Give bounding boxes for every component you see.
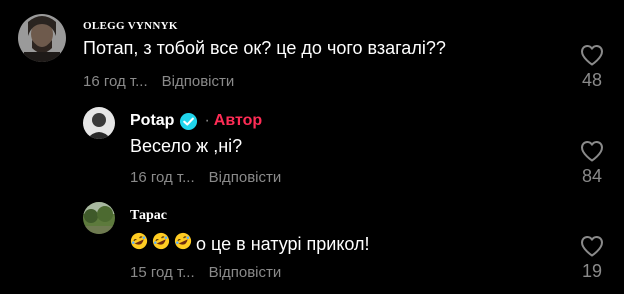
comment-thread: OLEGG VYNNYK Потап, з тобой все ок? це д… [0,0,624,294]
comment-time: 16 год т... [130,169,195,186]
separator-dot: · [204,112,210,129]
like-count: 48 [581,70,603,90]
emoji-group [130,232,196,250]
comment-meta: 16 год т... Відповісти [83,73,234,90]
comment-text: Весело ж ,ні? [130,136,243,156]
author-name[interactable]: Potap [130,112,174,130]
avatar[interactable] [18,14,66,62]
heart-icon[interactable] [580,140,604,162]
reply-button[interactable]: Відповісти [162,73,235,90]
author-badge: Автор [213,112,263,129]
like-button[interactable]: 19 [572,235,612,282]
like-button[interactable]: 48 [572,44,612,91]
like-button[interactable]: 84 [572,140,612,187]
reply-button[interactable]: Відповісти [209,169,282,186]
like-count: 84 [581,166,603,186]
comment-author[interactable]: Тарас [130,207,167,225]
comment-time: 16 год т... [83,73,148,90]
author-name[interactable]: Тарас [130,208,167,224]
rolling-on-floor-laughing-emoji-icon [174,232,192,250]
rolling-on-floor-laughing-emoji-icon [152,232,170,250]
heart-icon[interactable] [580,44,604,66]
avatar[interactable] [83,107,115,139]
comment-author[interactable]: Potap · Автор [130,111,262,131]
rolling-on-floor-laughing-emoji-icon [130,232,148,250]
author-name[interactable]: OLEGG VYNNYK [83,20,178,32]
reply-button[interactable]: Відповісти [209,264,282,281]
comment-meta: 15 год т... Відповісти [130,264,281,281]
comment-text: Потап, з тобой все ок? це до чого взагал… [83,38,446,58]
like-count: 19 [581,261,603,281]
comment-text-body: о це в натурі прикол! [196,234,370,254]
verified-badge-icon [180,112,198,130]
comment-text: о це в натурі прикол! [130,232,370,255]
comment-meta: 16 год т... Відповісти [130,169,281,186]
avatar[interactable] [83,202,115,234]
comment-author[interactable]: OLEGG VYNNYK [83,18,178,34]
comment-time: 15 год т... [130,264,195,281]
heart-icon[interactable] [580,235,604,257]
